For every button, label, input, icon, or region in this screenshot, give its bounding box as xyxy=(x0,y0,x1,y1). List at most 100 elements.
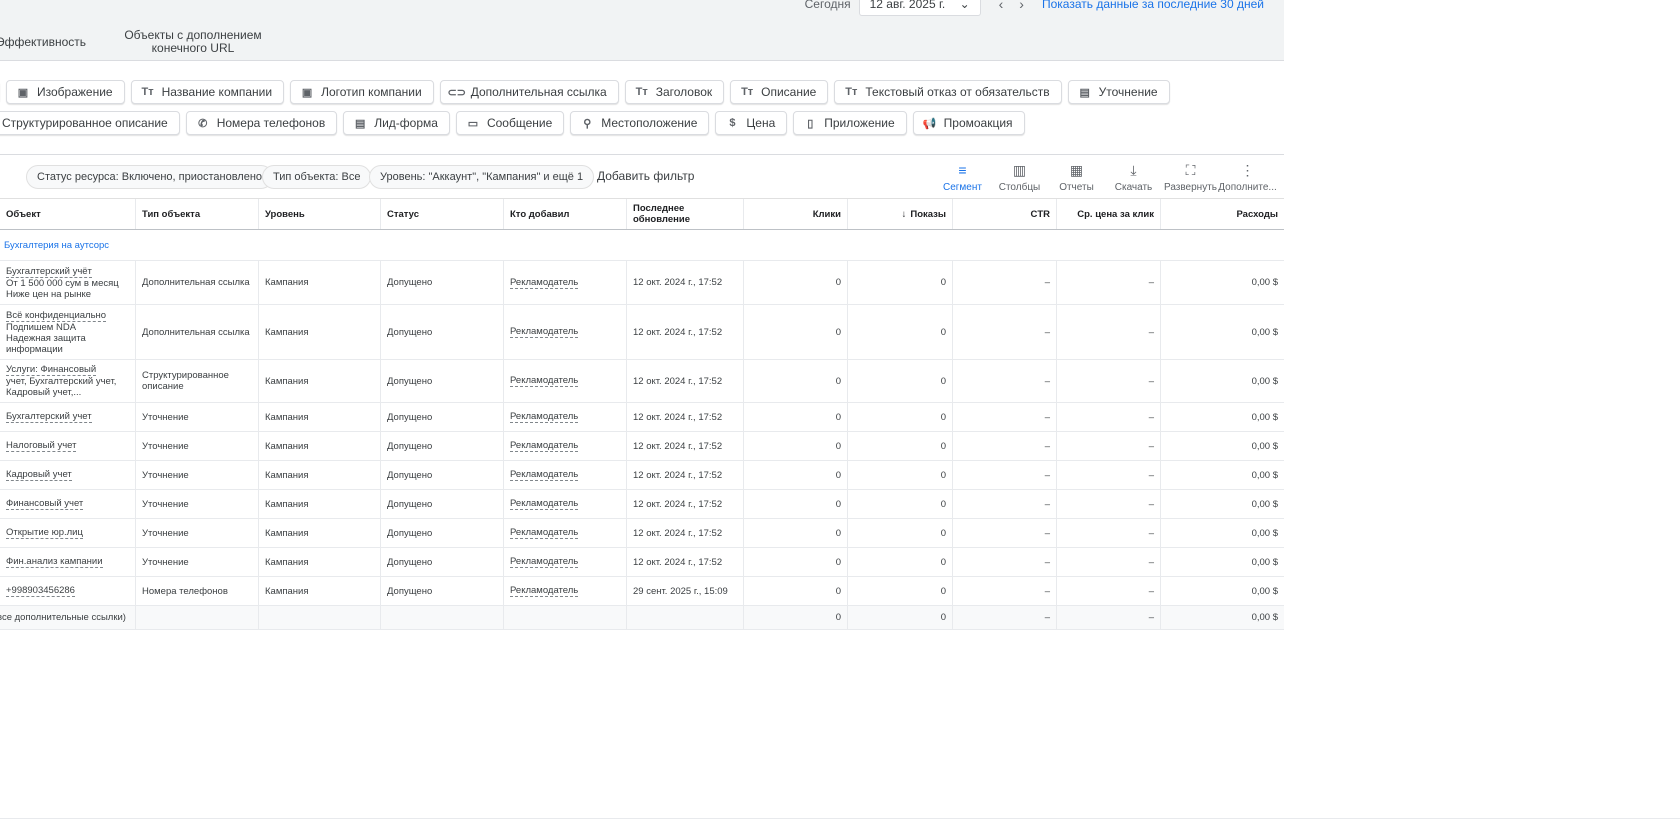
group-link[interactable]: Бухгалтерия на аутсорс xyxy=(4,240,109,251)
updated-cell-value: 12 окт. 2024 г., 17:52 xyxy=(633,326,723,338)
chevron-left-icon[interactable]: ‹ xyxy=(999,0,1004,12)
asset-chip[interactable]: ⚲ Местоположение xyxy=(570,111,710,135)
toolbar-download-button[interactable]: ⤓ Скачать xyxy=(1105,161,1162,193)
table-header: Объект Тип объекта Уровень Статус Кто добави… xyxy=(0,199,1284,230)
cost-cell: 0,00 $ xyxy=(1161,548,1284,576)
object-link[interactable]: Бухгалтерский учёт xyxy=(6,266,92,278)
column-header-label: Кто добавил xyxy=(510,208,570,220)
added-by-link[interactable]: Рекламодатель xyxy=(510,326,579,338)
object-link[interactable]: +998903456286 xyxy=(6,585,75,597)
asset-chip[interactable]: $ Цена xyxy=(715,111,788,135)
avg-cpc-cell: – xyxy=(1057,490,1161,518)
location-pin-icon: ⚲ xyxy=(583,117,592,130)
asset-chip[interactable]: ▣ Логотип компании xyxy=(290,80,434,104)
column-header[interactable]: Расходы xyxy=(1161,199,1284,229)
toolbar-reports-button[interactable]: ▦ Отчеты xyxy=(1048,161,1105,193)
level-cell-value: Кампания xyxy=(265,375,309,387)
added-by-link[interactable]: Рекламодатель xyxy=(510,498,579,510)
arrow-down-icon: ↓ xyxy=(901,208,907,220)
clicks-cell-value: 0 xyxy=(835,556,841,568)
impressions-cell-value: 0 xyxy=(940,277,946,288)
updated-cell-value: 12 окт. 2024 г., 17:52 xyxy=(633,440,723,452)
column-header[interactable]: Уровень xyxy=(259,199,381,229)
asset-chip[interactable]: ▤ Уточнение xyxy=(1067,80,1170,104)
added-by-link[interactable]: Рекламодатель xyxy=(510,585,579,597)
asset-chip[interactable]: ▭ Сообщение xyxy=(455,111,565,135)
avg-cpc-cell: – xyxy=(1057,261,1161,304)
last-30-days-link[interactable]: Показать данные за последние 30 дней xyxy=(1042,0,1264,11)
cost-cell: 0,00 $ xyxy=(1161,360,1284,402)
status-cell-value: Допущено xyxy=(387,440,433,452)
chevron-right-icon[interactable]: › xyxy=(1019,0,1024,12)
asset-chip[interactable]: ▣ Изображение xyxy=(6,80,125,104)
column-header[interactable]: Тип объекта xyxy=(136,199,259,229)
object-cell: Бухгалтерский учет xyxy=(0,403,136,431)
object-link[interactable]: Кадровый учет xyxy=(6,469,72,481)
filter-chip-type[interactable]: Тип объекта: Все xyxy=(262,165,372,189)
updated-cell-value: 12 окт. 2024 г., 17:52 xyxy=(633,277,723,288)
asset-chip[interactable]: ▯ Приложение xyxy=(793,111,907,135)
column-header[interactable]: Объект xyxy=(0,199,136,229)
asset-chip[interactable]: Tт Заголовок xyxy=(624,80,725,104)
chip-label: Номера телефонов xyxy=(216,116,326,130)
asset-chip[interactable]: Tт Текстовый отказ от обязательств xyxy=(834,80,1062,104)
avg-cpc-cell-value: – xyxy=(1148,585,1154,597)
added-by-link[interactable]: Рекламодатель xyxy=(510,375,579,387)
clicks-cell-value: 0 xyxy=(835,469,841,481)
column-header[interactable]: CTR xyxy=(953,199,1057,229)
toolbar-more-vert-button[interactable]: ⋮ Дополните... xyxy=(1218,161,1277,193)
asset-chip[interactable]: ✆ Номера телефонов xyxy=(185,111,338,135)
column-header[interactable]: Кто добавил xyxy=(504,199,627,229)
date-picker[interactable]: 12 авг. 2025 г. ⌄ xyxy=(858,0,981,16)
page: Сегодня 12 авг. 2025 г. ⌄ ‹ › Показать д… xyxy=(0,0,1680,821)
text-icon: Tт xyxy=(741,86,754,98)
added-by-link[interactable]: Рекламодатель xyxy=(510,440,579,452)
chips-row-1: ▣ Изображение Tт Название компании ▣ Логотип … xyxy=(0,80,1170,104)
ctr-cell: – xyxy=(953,548,1057,576)
tab-performance[interactable]: Эффективность xyxy=(0,36,86,49)
object-type-cell-value: Уточнение xyxy=(142,411,189,423)
asset-chip[interactable]: ▤ Лид-форма xyxy=(343,111,450,135)
asset-chip[interactable]: ⊂⊃ Дополнительная ссылка xyxy=(439,80,619,104)
added-by-link[interactable]: Рекламодатель xyxy=(510,411,579,423)
chip-label: Промоакция xyxy=(943,116,1013,130)
object-link[interactable]: Налоговый учет xyxy=(6,440,77,452)
object-link[interactable]: Бухгалтерский учет xyxy=(6,411,92,423)
avg-cpc-cell: – xyxy=(1057,548,1161,576)
tab-final-url-suffix[interactable]: Объекты с дополнением конечного URL xyxy=(120,29,266,55)
impressions-cell-value: 0 xyxy=(940,469,946,481)
asset-chip[interactable]: 📢 Промоакция xyxy=(912,111,1025,135)
added-by-link[interactable]: Рекламодатель xyxy=(510,527,579,539)
filter-chip-status[interactable]: Статус ресурса: Включено, приостановлено xyxy=(26,165,274,189)
object-link[interactable]: Фин.анализ кампании xyxy=(6,556,103,568)
column-header[interactable]: Клики xyxy=(744,199,848,229)
asset-chip[interactable]: Tт Описание xyxy=(730,80,829,104)
column-header[interactable]: ↓ Показы xyxy=(848,199,953,229)
total-cost: 0,00 $ xyxy=(1251,612,1278,623)
object-link[interactable]: Всё конфиденциально xyxy=(6,310,107,322)
object-link[interactable]: Открытие юр.лиц xyxy=(6,527,83,539)
add-filter-button[interactable]: Добавить фильтр xyxy=(597,169,694,183)
object-type-cell-value: Уточнение xyxy=(142,527,189,539)
added-by-link[interactable]: Рекламодатель xyxy=(510,277,579,289)
text-icon: Tт xyxy=(845,86,858,98)
added-by-link[interactable]: Рекламодатель xyxy=(510,556,579,568)
chip-label: Текстовый отказ от обязательств xyxy=(865,85,1050,99)
asset-chip[interactable]: Структурированное описание xyxy=(0,111,180,135)
object-link[interactable]: Финансовый учет xyxy=(6,498,84,510)
object-link[interactable]: Услуги: Финансовый xyxy=(6,364,97,376)
toolbar-segment-button[interactable]: ≡ Сегмент xyxy=(934,161,991,193)
column-header[interactable]: Ср. цена за клик xyxy=(1057,199,1161,229)
ctr-cell: – xyxy=(953,461,1057,489)
toolbar-fullscreen-button[interactable]: ⛶ Развернуть xyxy=(1162,161,1219,193)
column-header[interactable]: Статус xyxy=(381,199,504,229)
column-header[interactable]: Последнее обновление xyxy=(627,199,744,229)
added-by-link[interactable]: Рекламодатель xyxy=(510,469,579,481)
filter-chip-level[interactable]: Уровень: "Аккаунт", "Кампания" и ещё 1 xyxy=(369,165,595,189)
object-type-cell: Уточнение xyxy=(136,519,259,547)
updated-cell-value: 29 сент. 2025 г., 15:09 xyxy=(633,585,728,597)
ctr-cell: – xyxy=(953,519,1057,547)
asset-chip[interactable]: Tт Название компании xyxy=(130,80,285,104)
object-line: От 1 500 000 сум в месяц xyxy=(6,277,119,289)
toolbar-columns-button[interactable]: ▥ Столбцы xyxy=(991,161,1048,193)
